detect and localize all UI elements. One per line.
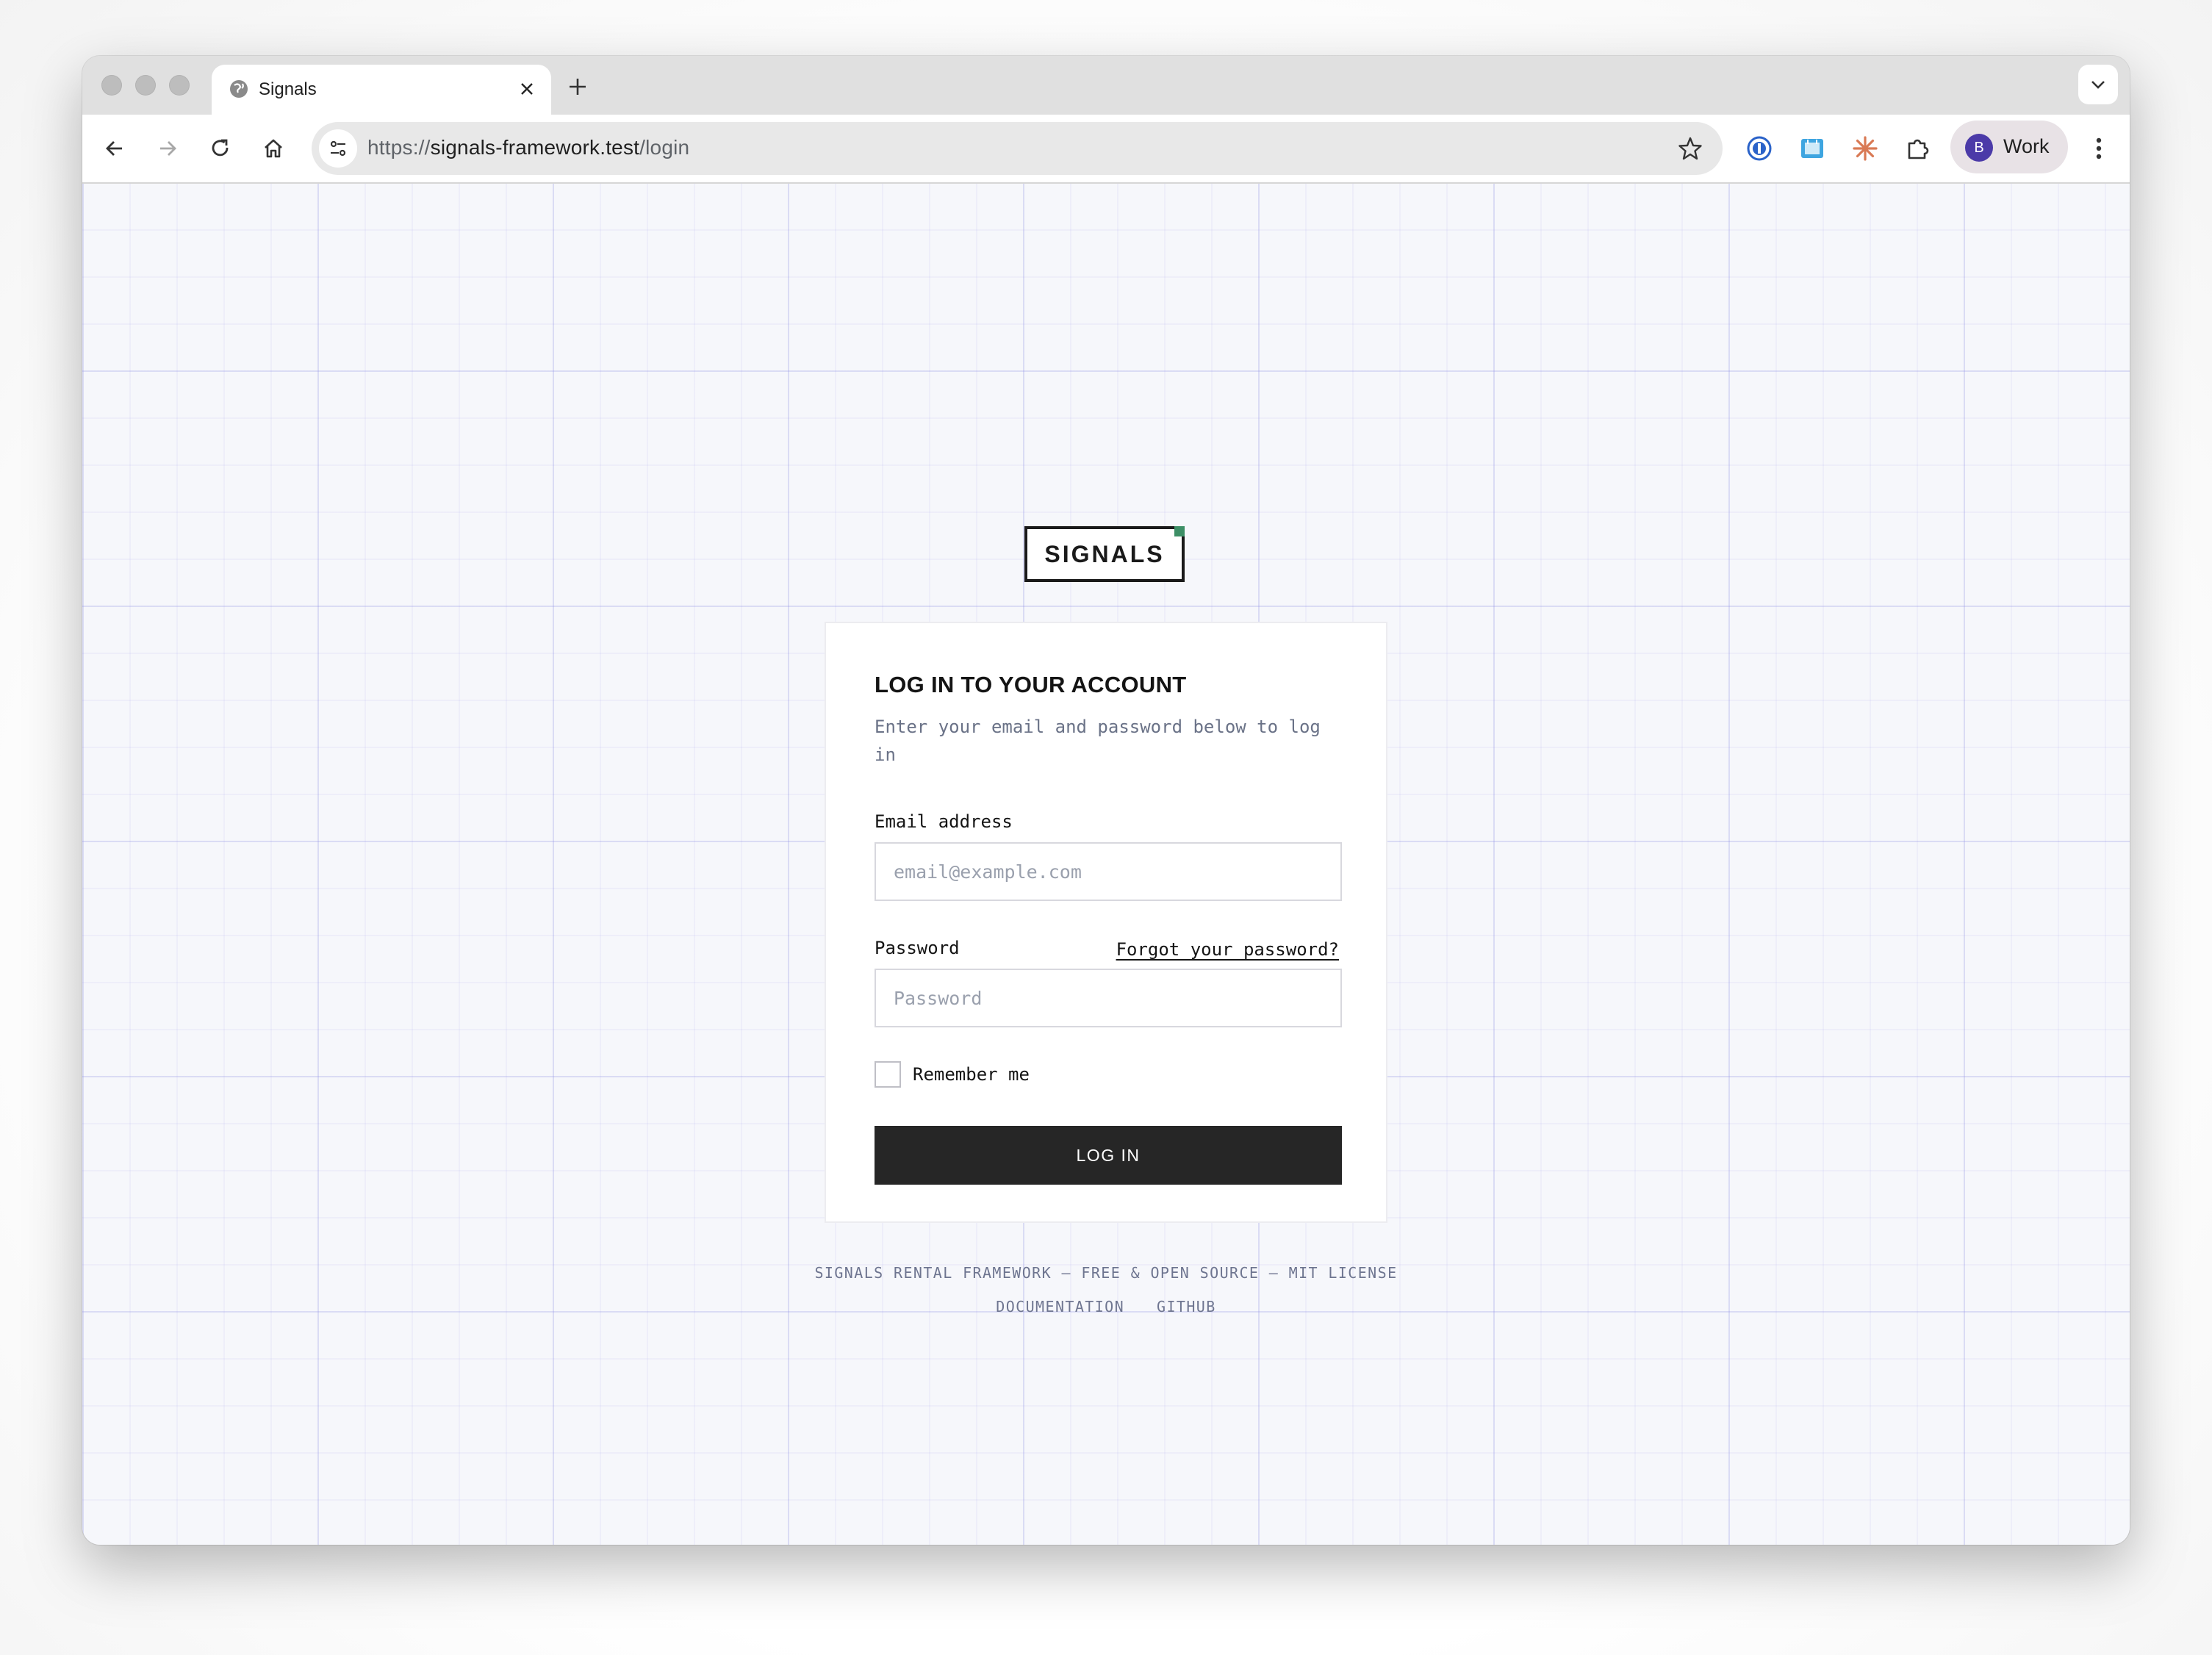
extensions-puzzle-icon[interactable] bbox=[1902, 132, 1934, 165]
url-text: https://signals-framework.test/login bbox=[367, 136, 690, 159]
login-description: Enter your email and password below to l… bbox=[875, 717, 1321, 765]
password-label: Password bbox=[875, 938, 960, 958]
footer-links: DOCUMENTATION GITHUB bbox=[82, 1298, 2130, 1315]
forward-arrow-icon[interactable] bbox=[150, 131, 185, 166]
remember-me-checkbox[interactable] bbox=[875, 1061, 901, 1088]
tab-title: Signals bbox=[259, 79, 317, 99]
email-field[interactable] bbox=[875, 842, 1342, 901]
browser-toolbar: https://signals-framework.test/login B W… bbox=[82, 115, 2130, 184]
site-settings-icon[interactable] bbox=[319, 129, 357, 168]
browser-tab-active[interactable]: Signals bbox=[212, 65, 551, 115]
documentation-link[interactable]: DOCUMENTATION bbox=[996, 1298, 1124, 1315]
screenshot-extension-icon[interactable] bbox=[1796, 132, 1828, 165]
forgot-password-link[interactable]: Forgot your password? bbox=[1116, 939, 1339, 960]
logo-accent-dot bbox=[1174, 526, 1185, 536]
page-content: SIGNALS LOG IN TO YOUR ACCOUNT Enter you… bbox=[82, 184, 2130, 1545]
password-field[interactable] bbox=[875, 969, 1342, 1027]
login-card: LOG IN TO YOUR ACCOUNT Enter your email … bbox=[825, 622, 1387, 1223]
minimize-window-button[interactable] bbox=[135, 75, 156, 96]
address-bar[interactable]: https://signals-framework.test/login bbox=[312, 122, 1723, 175]
profile-button[interactable]: B Work bbox=[1950, 121, 2068, 173]
tab-search-chevron-icon[interactable] bbox=[2078, 65, 2118, 104]
home-icon[interactable] bbox=[256, 131, 291, 166]
signals-logo[interactable]: SIGNALS bbox=[1024, 526, 1185, 582]
close-tab-icon[interactable] bbox=[514, 76, 539, 101]
email-label: Email address bbox=[875, 811, 1013, 832]
tab-strip: Signals bbox=[82, 56, 2130, 115]
sparkle-extension-icon[interactable] bbox=[1849, 132, 1881, 165]
login-button[interactable]: LOG IN bbox=[875, 1126, 1342, 1185]
new-tab-icon[interactable] bbox=[563, 72, 592, 101]
back-arrow-icon[interactable] bbox=[97, 131, 132, 166]
globe-icon bbox=[230, 80, 248, 98]
reload-icon[interactable] bbox=[203, 131, 238, 166]
avatar: B bbox=[1965, 134, 1993, 162]
password-manager-extension-icon[interactable] bbox=[1743, 132, 1775, 165]
github-link[interactable]: GITHUB bbox=[1157, 1298, 1216, 1315]
more-menu-icon[interactable] bbox=[2081, 131, 2116, 166]
browser-window: Signals https://signals-framework.test/l… bbox=[82, 56, 2130, 1545]
close-window-button[interactable] bbox=[101, 75, 122, 96]
maximize-window-button[interactable] bbox=[169, 75, 190, 96]
login-title: LOG IN TO YOUR ACCOUNT bbox=[875, 672, 1187, 697]
remember-me-label: Remember me bbox=[913, 1064, 1030, 1085]
footer-tagline: SIGNALS RENTAL FRAMEWORK — FREE & OPEN S… bbox=[814, 1264, 1398, 1282]
profile-name: Work bbox=[2003, 135, 2050, 157]
bookmark-star-icon[interactable] bbox=[1677, 135, 1703, 162]
logo-text: SIGNALS bbox=[1044, 540, 1165, 567]
